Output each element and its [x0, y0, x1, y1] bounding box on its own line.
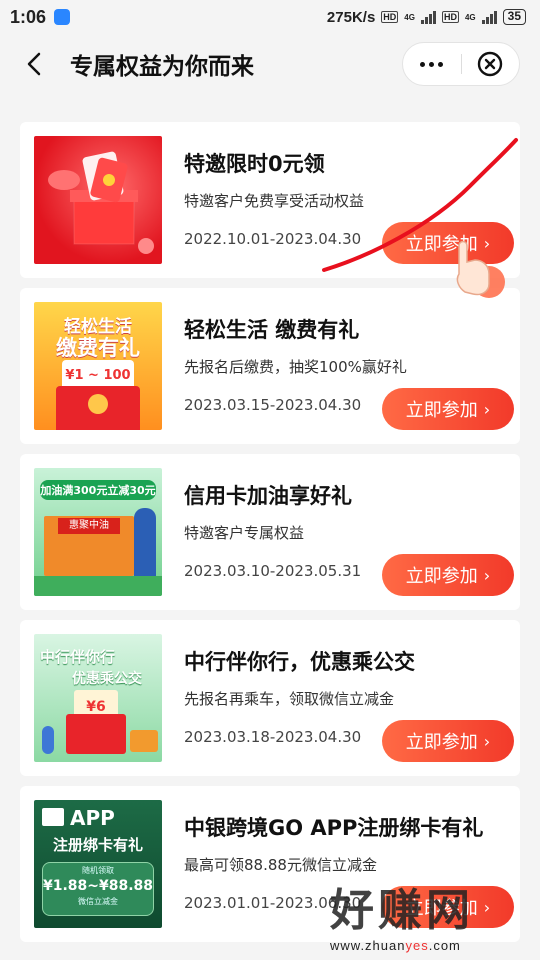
join-button-label: 立即参加: [405, 566, 478, 587]
activity-date: 2023.03.15-2023.04.30: [184, 396, 362, 414]
activity-date: 2023.03.10-2023.05.31: [184, 562, 362, 580]
dot-icon: [420, 61, 426, 67]
watermark-url: www.zhuanyes.com: [330, 938, 520, 953]
tap-hand-icon: [456, 240, 505, 298]
red-envelope-icon: [66, 714, 126, 754]
thumb-text: 注册绑卡有礼: [52, 836, 143, 854]
thumb-text: 缴费有礼: [56, 336, 140, 360]
watermark-url-b: yes: [405, 938, 429, 953]
app-logo-icon: [42, 808, 64, 826]
thumb-text: 优惠乘公交: [72, 671, 142, 687]
nav-bar: 专属权益为你而来: [0, 34, 540, 94]
activity-date: 2023.03.18-2023.04.30: [184, 728, 362, 746]
more-button[interactable]: [403, 61, 461, 67]
red-envelope-gift-icon: [48, 151, 154, 254]
thumb-amount: ¥1.88~¥88.88: [43, 878, 154, 894]
activity-thumbnail: APP 注册绑卡有礼 随机领取 ¥1.88~¥88.88 微信立减金: [34, 800, 162, 928]
coupon-card: 随机领取 ¥1.88~¥88.88 微信立减金: [42, 862, 154, 916]
activity-thumbnail: [34, 136, 162, 264]
activity-title: 中行伴你行，优惠乘公交: [184, 650, 415, 674]
4g-label: 4G: [404, 12, 415, 22]
watermark-url-a: www.zhuan: [330, 938, 406, 953]
dot-icon: [429, 61, 435, 67]
grass-decoration: [34, 576, 162, 596]
app-notification-icon: [54, 9, 71, 25]
battery-icon: 35: [502, 9, 526, 25]
thumb-text: 中行伴你行: [40, 648, 116, 666]
activity-title: 轻松生活 缴费有礼: [184, 318, 360, 342]
join-button[interactable]: 立即参加 ›: [382, 388, 514, 430]
signal-icon-2: [481, 10, 497, 24]
mini-program-capsule: [402, 42, 520, 86]
activity-card[interactable]: 轻松生活 缴费有礼 ¥1 ~ 100 轻松生活 缴费有礼 先报名后缴费，抽奖10…: [20, 288, 520, 444]
hd-icon: HD: [381, 11, 399, 23]
attendant-figure-icon: [134, 508, 156, 578]
activity-desc: 特邀客户专属权益: [184, 524, 305, 542]
join-button[interactable]: 立即参加 ›: [382, 720, 514, 762]
activity-thumbnail: 中行伴你行 优惠乘公交 ¥6: [34, 634, 162, 762]
watermark-url-c: .com: [428, 938, 461, 953]
join-button-label: 立即参加: [405, 732, 478, 753]
dot-icon: [438, 61, 444, 67]
activity-desc: 先报名再乘车，领取微信立减金: [184, 690, 395, 708]
activity-desc: 最高可领88.88元微信立减金: [184, 856, 377, 874]
activity-title: 中银跨境GO APP注册绑卡有礼: [184, 816, 484, 840]
network-speed: 275K/s: [326, 8, 376, 26]
4g-label-2: 4G: [464, 12, 476, 22]
signal-icon: [420, 10, 436, 24]
bus-icon: [130, 730, 158, 752]
status-time: 1:06: [10, 6, 47, 27]
coin-icon: [88, 394, 108, 414]
thumb-note: 微信立减金: [78, 897, 118, 906]
chevron-left-icon: [27, 52, 41, 76]
watermark: 好赚网 www.zhuanyes.com: [330, 874, 520, 953]
chevron-right-icon: ›: [483, 399, 491, 419]
activity-title: 信用卡加油享好礼: [184, 484, 352, 508]
chevron-right-icon: ›: [483, 565, 491, 585]
activity-thumbnail: 加油满300元立减30元 惠聚中油: [34, 468, 162, 596]
close-button[interactable]: [462, 51, 520, 77]
chevron-right-icon: ›: [483, 731, 491, 751]
watermark-title: 好赚网: [330, 885, 474, 936]
join-button[interactable]: 立即参加 ›: [382, 554, 514, 596]
status-left: 1:06: [10, 6, 71, 28]
activity-card[interactable]: 加油满300元立减30元 惠聚中油 信用卡加油享好礼 特邀客户专属权益 2023…: [20, 454, 520, 610]
status-right: 275K/s HD 4G HD 4G 35: [327, 9, 526, 26]
activity-thumbnail: 轻松生活 缴费有礼 ¥1 ~ 100: [34, 302, 162, 430]
thumb-text: APP: [70, 806, 115, 830]
thumb-tag: 随机领取: [82, 866, 114, 875]
join-button-label: 立即参加: [405, 400, 478, 421]
close-circle-icon: [478, 51, 503, 77]
person-icon: [42, 726, 54, 754]
back-button[interactable]: [20, 50, 48, 78]
thumb-sign: 惠聚中油: [58, 518, 120, 534]
thumb-text: 加油满300元立减30元: [40, 480, 156, 500]
status-bar: 1:06 275K/s HD 4G HD 4G 35: [0, 0, 540, 34]
page-title: 专属权益为你而来: [70, 54, 254, 80]
activity-card[interactable]: 中行伴你行 优惠乘公交 ¥6 中行伴你行，优惠乘公交 先报名再乘车，领取微信立减…: [20, 620, 520, 776]
activity-desc: 先报名后缴费，抽奖100%赢好礼: [184, 358, 407, 376]
hd-icon-2: HD: [441, 11, 459, 23]
